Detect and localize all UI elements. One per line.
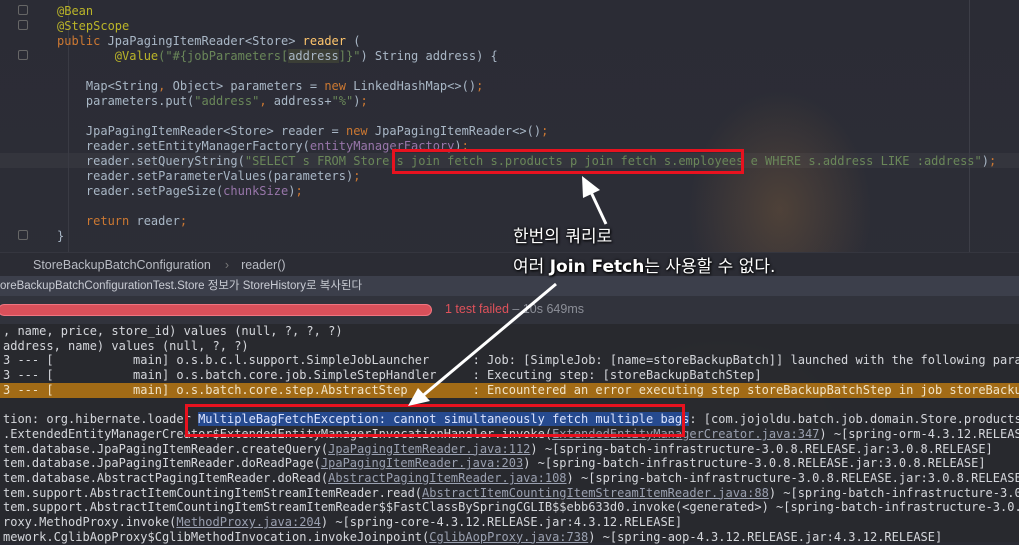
annotation-text: 여러: [513, 257, 550, 277]
annotation-line-2: 여러 Join Fetch는 사용할 수 없다.: [513, 252, 775, 277]
annotation-arrows: [408, 176, 608, 406]
annotation-text: 는 사용할 수 없다.: [644, 257, 776, 277]
annotation-bold-text: Join Fetch: [549, 257, 645, 277]
annotation-line-1: 한번의 쿼리로: [513, 227, 613, 247]
arrow-down-icon: [408, 282, 557, 406]
arrow-up-icon: [582, 176, 608, 225]
